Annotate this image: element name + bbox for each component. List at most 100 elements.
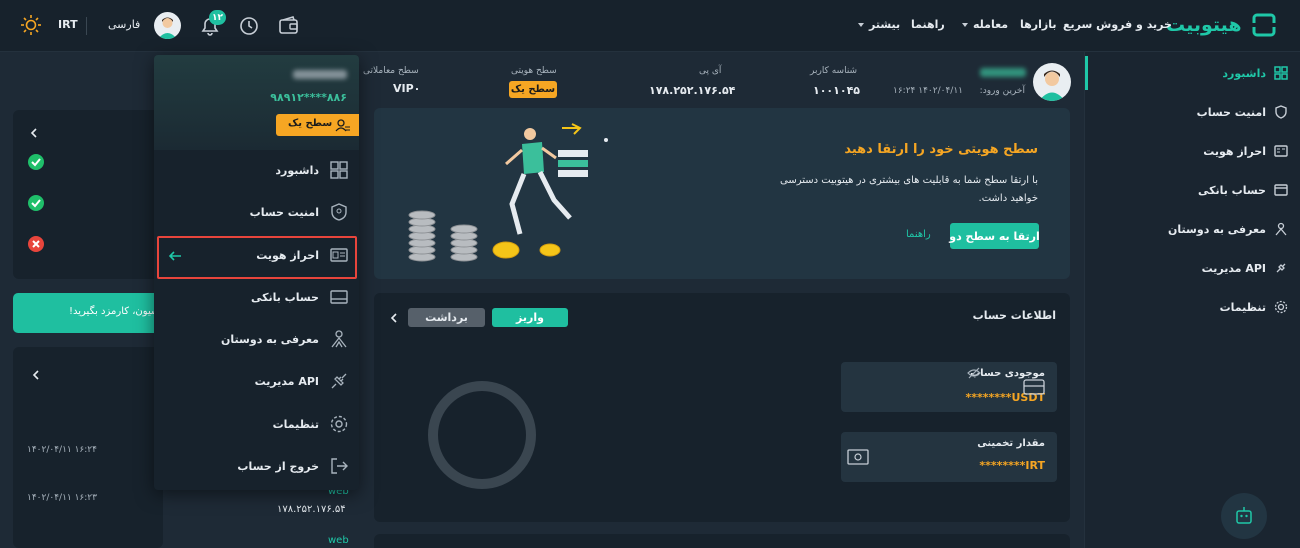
- estimate-label: مقدار تخمینی: [977, 438, 1045, 449]
- highlight-box: [157, 236, 357, 279]
- user-level-icon: [335, 118, 351, 132]
- sidebar-item-label: امنیت حساب: [1196, 105, 1266, 119]
- logo[interactable]: هیتوبیت: [1166, 12, 1278, 40]
- guide-link[interactable]: راهنما: [906, 229, 931, 240]
- dropdown-item-dashboard[interactable]: داشبورد: [154, 150, 359, 192]
- blurred-username: [980, 68, 1026, 77]
- sidebar: داشبورد امنیت حساب احراز هویت حساب بانکی…: [1084, 52, 1300, 548]
- dropdown-item-logout[interactable]: خروج از حساب: [154, 446, 359, 488]
- banner-text: با ارتقا سطح شما به قابلیت های بیشتری در…: [780, 175, 1038, 204]
- ip-value: ۱۷۸.۲۵۲.۱۷۶.۵۴: [649, 84, 736, 97]
- language-selector[interactable]: فارسی: [108, 18, 140, 31]
- login-device: web: [328, 535, 349, 546]
- level-badge-label: سطح یک: [288, 118, 333, 129]
- deposit-button[interactable]: واریز: [492, 308, 568, 327]
- user-id-label: شناسه کاربر: [810, 66, 858, 76]
- currency-selector[interactable]: IRT: [58, 18, 78, 31]
- dropdown-item-label: تنظیمات: [272, 418, 319, 431]
- eye-off-icon[interactable]: [967, 367, 981, 379]
- wallet-icon[interactable]: [278, 15, 300, 37]
- history-icon[interactable]: [238, 15, 260, 37]
- estimate-card: مقدار تخمینی ********IRT: [841, 432, 1057, 482]
- sidebar-item-api[interactable]: مدیریت API: [1202, 257, 1288, 279]
- dropdown-item-label: داشبورد: [275, 164, 319, 177]
- cash-icon: [847, 448, 869, 466]
- dropdown-item-bank[interactable]: حساب بانکی: [154, 277, 359, 319]
- dropdown-header: ۹۸۹۱۲****۸۸۶ سطح یک: [154, 55, 359, 150]
- dropdown-item-referral[interactable]: معرفی به دوستان: [154, 319, 359, 361]
- user-id-value: ۱۰۰۱۰۴۵: [813, 84, 860, 97]
- sidebar-item-label: داشبورد: [1222, 66, 1266, 80]
- chevron-down-icon: [858, 23, 864, 27]
- check-circle-icon: [28, 154, 44, 170]
- avatar[interactable]: [154, 12, 181, 39]
- dropdown-item-label: معرفی به دوستان: [221, 333, 319, 346]
- bottom-panel: [374, 534, 1070, 548]
- robot-icon: [1236, 507, 1252, 524]
- sidebar-item-bank[interactable]: حساب بانکی: [1198, 179, 1288, 201]
- last-login-label: آخرین ورود:: [979, 86, 1025, 96]
- nav-markets[interactable]: بازارها: [1020, 18, 1056, 31]
- gear-icon: [329, 414, 349, 434]
- sidebar-item-security[interactable]: امنیت حساب: [1197, 101, 1288, 123]
- runner-illustration: [408, 123, 608, 262]
- api-plug-icon: [329, 371, 349, 391]
- sidebar-item-label: معرفی به دوستان: [1168, 222, 1266, 236]
- dashboard-icon: [1274, 66, 1288, 80]
- estimate-value: ********IRT: [979, 459, 1045, 472]
- sidebar-item-label: حساب بانکی: [1197, 183, 1266, 197]
- dropdown-item-label: خروج از حساب: [237, 460, 319, 473]
- checklist-panel: [13, 110, 163, 279]
- top-bar: هیتوبیت خرید و فروش سریع بازارها معامله …: [0, 0, 1300, 52]
- credit-card-icon: [1023, 378, 1045, 396]
- chevron-down-icon: [962, 23, 968, 27]
- promo-banner[interactable]: سیون، کارمزد بگیرید!: [13, 293, 163, 333]
- dashboard-icon: [329, 160, 349, 180]
- logo-text: هیتوبیت: [1166, 14, 1242, 36]
- sidebar-item-label: تنظیمات: [1219, 300, 1266, 314]
- nav-guide[interactable]: راهنما: [911, 18, 945, 31]
- referral-icon: [329, 329, 349, 349]
- login-history-panel: ۱۴۰۲/۰۴/۱۱ ۱۶:۲۴ ۱۴۰۲/۰۴/۱۱ ۱۶:۲۳: [13, 347, 163, 548]
- sidebar-item-label: احراز هویت: [1203, 144, 1266, 158]
- blurred-username: [293, 70, 347, 79]
- dropdown-item-settings[interactable]: تنظیمات: [154, 404, 359, 446]
- phone-number: ۹۸۹۱۲****۸۸۶: [270, 91, 347, 104]
- trade-level-label: سطح معاملاتی: [363, 66, 419, 76]
- sidebar-item-dashboard[interactable]: داشبورد: [1222, 62, 1288, 84]
- check-circle-icon: [28, 195, 44, 211]
- chevron-left-icon[interactable]: [388, 312, 400, 324]
- withdraw-button[interactable]: برداشت: [408, 308, 485, 327]
- trade-level-value: VIP۰: [393, 82, 421, 95]
- shield-icon: [1274, 105, 1288, 119]
- dropdown-item-label: مدیریت API: [254, 375, 319, 388]
- upgrade-button[interactable]: ارتقا به سطح دو: [949, 223, 1040, 249]
- sun-icon[interactable]: [20, 14, 42, 36]
- ip-label: آی پی: [699, 66, 722, 76]
- bank-card-icon: [1274, 183, 1288, 197]
- divider: [86, 17, 87, 35]
- sidebar-item-label: مدیریت API: [1201, 261, 1266, 275]
- last-login-value: ۱۴۰۲/۰۴/۱۱ ۱۶:۲۴: [893, 86, 963, 96]
- api-plug-icon: [1274, 261, 1288, 275]
- login-date: ۱۴۰۲/۰۴/۱۱ ۱۶:۲۳: [27, 493, 97, 503]
- balance-chart: [428, 381, 536, 489]
- identity-level-badge: سطح یک: [509, 81, 557, 98]
- sidebar-item-referral[interactable]: معرفی به دوستان: [1168, 218, 1288, 240]
- bank-card-icon: [329, 287, 349, 307]
- nav-more[interactable]: بیشتر: [869, 18, 900, 31]
- banner-title: سطح هویتی خود را ارتقا دهید: [844, 142, 1038, 157]
- sidebar-item-identity[interactable]: احراز هویت: [1203, 140, 1288, 162]
- sidebar-item-settings[interactable]: تنظیمات: [1220, 296, 1288, 318]
- nav-trade[interactable]: معامله: [973, 18, 1008, 31]
- upgrade-banner: سطح هویتی خود را ارتقا دهید با ارتقا سطح…: [374, 108, 1070, 279]
- active-indicator: [1085, 56, 1088, 90]
- chevron-left-icon[interactable]: [31, 369, 41, 381]
- nav-quick-buy[interactable]: خرید و فروش سریع: [1063, 18, 1172, 31]
- shield-icon: [329, 202, 349, 222]
- support-button[interactable]: [1221, 493, 1267, 539]
- dropdown-item-api[interactable]: مدیریت API: [154, 361, 359, 403]
- chevron-left-icon[interactable]: [29, 127, 39, 139]
- dropdown-item-security[interactable]: امنیت حساب: [154, 192, 359, 234]
- notification-badge: ۱۲: [209, 10, 226, 25]
